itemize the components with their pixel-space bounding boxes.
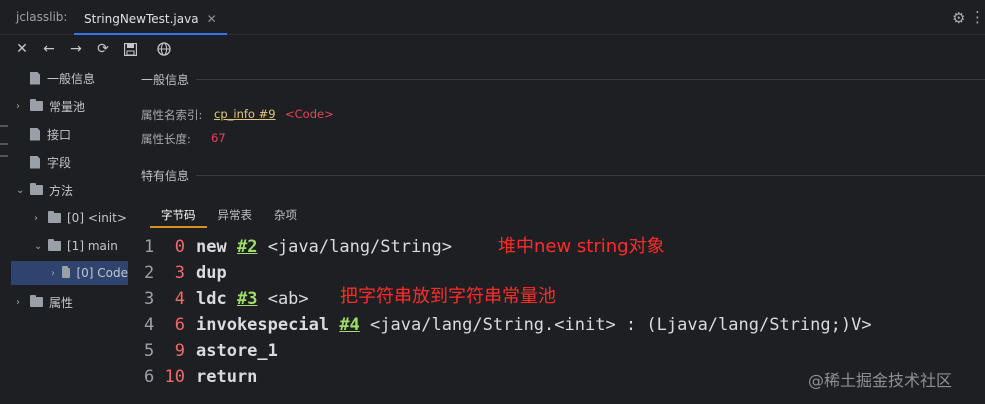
bytecode-offset: 0: [174, 237, 185, 257]
folder-icon: [30, 295, 43, 307]
bytecode-offset: 9: [174, 341, 185, 361]
chevron-right-icon[interactable]: ›: [51, 268, 58, 279]
tree-item-attributes[interactable]: › 属性: [16, 290, 73, 314]
opcode: invokespecial: [196, 315, 330, 335]
tree-item-method-init[interactable]: › [0] <init>: [34, 206, 127, 230]
chevron-right-icon[interactable]: ›: [34, 213, 44, 224]
tree-item-general-info[interactable]: 一般信息: [30, 66, 95, 90]
tree-item-label: 字段: [47, 155, 72, 170]
section-divider: [196, 79, 985, 80]
tree-item-method-main[interactable]: ⌄ [1] main: [34, 234, 118, 258]
file-icon: [30, 127, 40, 141]
operand: <java/lang/String>: [267, 237, 452, 257]
opcode: dup: [196, 263, 227, 283]
line-number: 4: [144, 315, 155, 335]
folder-icon: [48, 211, 61, 223]
folder-icon: [48, 239, 61, 251]
general-info-title: 一般信息: [141, 73, 190, 87]
bytecode-offset: 4: [174, 289, 185, 309]
back-arrow-icon[interactable]: ←: [41, 41, 57, 57]
opcode: astore_1: [196, 341, 278, 361]
refresh-icon[interactable]: ⟳: [95, 41, 111, 57]
more-vertical-icon[interactable]: ⋮: [970, 8, 985, 26]
chevron-down-icon[interactable]: ⌄: [16, 185, 26, 196]
opcode: ldc: [196, 289, 227, 309]
chevron-down-icon[interactable]: ⌄: [34, 241, 44, 252]
gear-icon[interactable]: ⚙: [952, 9, 965, 27]
folder-icon: [61, 266, 71, 278]
file-icon: [30, 71, 40, 85]
save-icon[interactable]: [122, 41, 138, 57]
opcode: return: [196, 367, 258, 387]
tree-item-label: 常量池: [49, 99, 86, 114]
tab-misc[interactable]: 杂项: [263, 204, 308, 228]
chevron-right-icon[interactable]: ›: [16, 101, 26, 112]
line-number: 1: [144, 237, 155, 257]
gutter-mark: [0, 143, 8, 145]
tree-item-label: 属性: [49, 295, 74, 310]
bytecode-offset: 10: [164, 367, 185, 387]
attribute-detail-panel: 一般信息 属性名索引: cp_info #9 <Code> 属性长度: 67 特…: [128, 63, 985, 404]
close-icon[interactable]: ✕: [14, 41, 30, 57]
folder-icon: [30, 183, 43, 195]
tree-item-label: 一般信息: [47, 71, 96, 86]
folder-icon: [30, 99, 43, 111]
tree-item-label: 方法: [49, 183, 74, 198]
tree-item-methods[interactable]: ⌄ 方法: [16, 178, 73, 202]
constant-ref-link[interactable]: #3: [237, 289, 257, 309]
browser-icon[interactable]: [156, 41, 172, 57]
operand: <ab>: [267, 289, 309, 309]
line-number: 5: [144, 341, 155, 361]
operand: <java/lang/String.<init> : (Ljava/lang/S…: [370, 315, 872, 335]
cp-info-link[interactable]: cp_info #9: [214, 107, 276, 121]
attribute-length-value: 67: [211, 131, 226, 145]
name-index-label: 属性名索引:: [141, 108, 203, 122]
tab-bytecode[interactable]: 字节码: [150, 204, 207, 228]
class-structure-tree: 一般信息 › 常量池 接口 字段 ⌄ 方法 › [0] <init> ⌄ [1]…: [8, 63, 128, 404]
watermark: @稀土掘金技术社区: [808, 371, 953, 390]
toolbar: ✕ ← → ⟳: [0, 35, 985, 63]
annotation-string-pool: 把字符串放到字符串常量池: [340, 286, 556, 307]
constant-ref-link[interactable]: #4: [339, 315, 359, 335]
gutter-mark: [0, 155, 8, 157]
forward-arrow-icon[interactable]: →: [68, 41, 84, 57]
tree-item-code[interactable]: › [0] Code: [11, 261, 128, 285]
bytecode-offset: 6: [174, 315, 185, 335]
tab-stringnewtest[interactable]: StringNewTest.java ✕: [74, 5, 227, 35]
tree-item-label: 接口: [47, 127, 72, 142]
tree-item-label: [0] Code: [76, 266, 128, 280]
editor-gutter: [0, 63, 8, 404]
tool-window-label: jclasslib:: [16, 10, 68, 24]
attribute-length-label: 属性长度:: [141, 132, 191, 146]
tree-item-label: [0] <init>: [67, 211, 127, 225]
opcode: new: [196, 237, 227, 257]
bytecode-offset: 3: [174, 263, 185, 283]
chevron-right-icon[interactable]: ›: [16, 297, 26, 308]
gutter-mark: [0, 125, 8, 127]
tree-item-constant-pool[interactable]: › 常量池: [16, 94, 85, 118]
editor-tab-bar: jclasslib: StringNewTest.java ✕ ⚙ ⋮: [0, 0, 985, 35]
constant-ref-link[interactable]: #2: [237, 237, 257, 257]
bytecode-subtabs: 字节码 异常表 杂项: [150, 204, 308, 228]
specific-info-title: 特有信息: [141, 169, 190, 183]
name-index-value: <Code>: [285, 107, 334, 121]
tab-exception-table[interactable]: 异常表: [207, 204, 264, 228]
annotation-heap-new-string: 堆中new string对象: [498, 236, 665, 257]
line-number: 2: [144, 263, 155, 283]
line-number: 6: [144, 367, 155, 387]
close-icon[interactable]: ✕: [207, 12, 217, 26]
tab-label: StringNewTest.java: [84, 12, 199, 26]
line-number: 3: [144, 289, 155, 309]
file-icon: [30, 155, 40, 169]
section-divider: [196, 175, 985, 176]
tree-item-label: [1] main: [67, 239, 118, 253]
tree-item-fields[interactable]: 字段: [30, 150, 71, 174]
tree-item-interfaces[interactable]: 接口: [30, 122, 71, 146]
